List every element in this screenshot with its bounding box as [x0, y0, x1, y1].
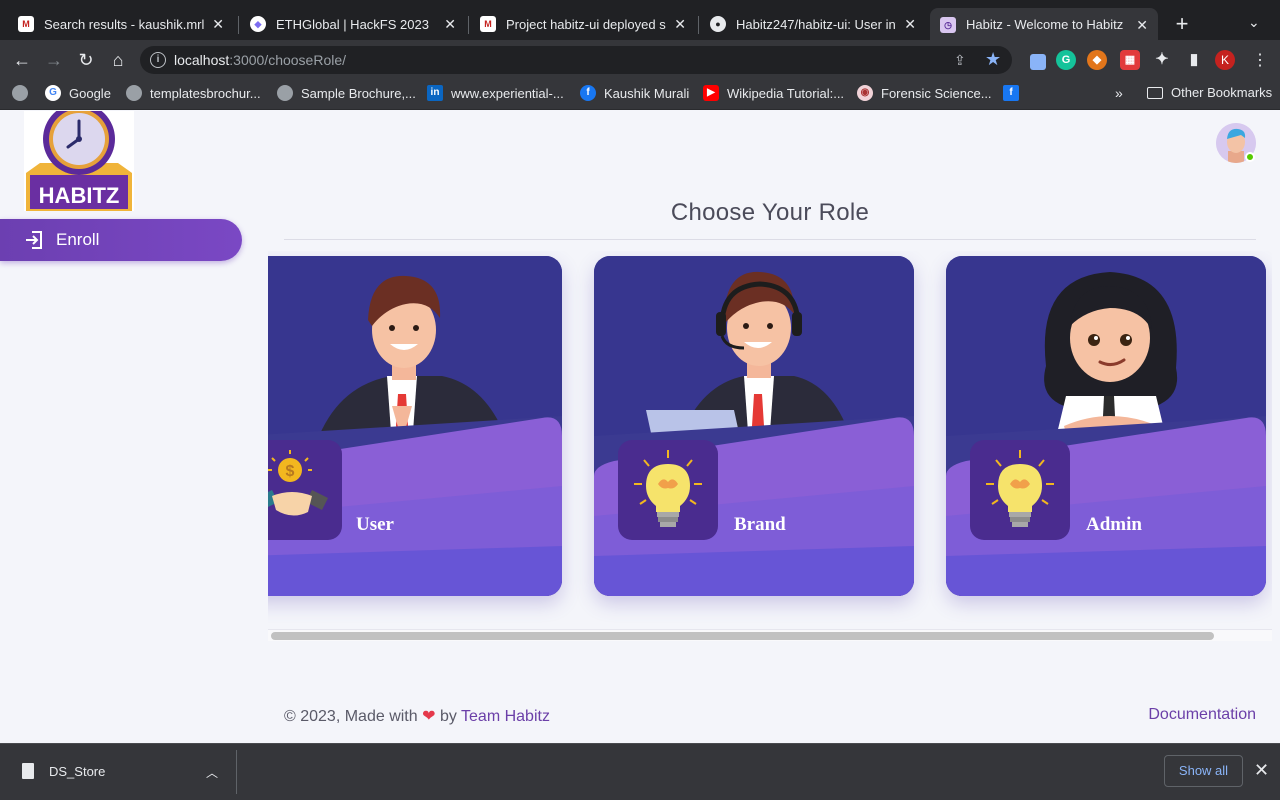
- show-all-downloads-button[interactable]: Show all: [1164, 755, 1243, 787]
- reload-button[interactable]: ↻: [74, 48, 98, 72]
- share-icon[interactable]: ⇪: [954, 52, 966, 69]
- gmail-icon: M: [18, 16, 34, 32]
- file-icon: [22, 763, 34, 779]
- extensions-puzzle-icon[interactable]: ✦: [1152, 50, 1172, 70]
- online-status-badge: [1245, 152, 1255, 162]
- url-text[interactable]: localhost:3000/chooseRole/: [174, 52, 346, 68]
- bookmark-experiential[interactable]: in www.experiential-...: [427, 85, 564, 101]
- role-label-brand: Brand: [734, 514, 786, 535]
- tab-search-chevron-icon[interactable]: ⌄: [1248, 14, 1260, 31]
- heart-icon: ❤: [422, 708, 436, 725]
- sidebar-item-enroll[interactable]: Enroll: [0, 219, 242, 261]
- new-tab-button[interactable]: +: [1170, 12, 1194, 36]
- svg-text:$: $: [286, 463, 295, 480]
- role-label-user: User: [356, 514, 394, 535]
- close-tab-icon[interactable]: ✕: [1136, 17, 1148, 34]
- ethglobal-icon: ◆: [250, 16, 266, 32]
- page-title: Choose Your Role: [670, 199, 870, 226]
- lightbulb-icon: [618, 440, 718, 540]
- bookmark-kaushik-murali[interactable]: f Kaushik Murali: [580, 85, 689, 101]
- more-bookmarks-button[interactable]: »: [1115, 85, 1123, 101]
- browser-tab-gmail-search[interactable]: M Search results - kaushik.mrl@ ✕: [8, 8, 234, 40]
- close-downloads-icon[interactable]: ✕: [1254, 760, 1269, 781]
- user-illustration: [268, 256, 562, 596]
- login-icon: [26, 231, 42, 249]
- other-bookmarks-folder[interactable]: Other Bookmarks: [1147, 85, 1272, 100]
- footer-credits: © 2023, Made with ❤ by Team Habitz: [284, 708, 550, 725]
- forward-button[interactable]: →: [42, 48, 66, 72]
- habitz-logo[interactable]: HABITZ: [24, 111, 134, 211]
- extension-red-icon[interactable]: ▦: [1120, 50, 1140, 70]
- folder-icon: [1147, 86, 1163, 99]
- google-icon: G: [45, 85, 61, 101]
- lightbulb-icon: [970, 440, 1070, 540]
- browser-menu-icon[interactable]: ⋮: [1252, 50, 1268, 70]
- profile-avatar[interactable]: K: [1215, 50, 1235, 70]
- close-tab-icon[interactable]: ✕: [444, 16, 456, 33]
- home-button[interactable]: ⌂: [106, 48, 130, 72]
- downloads-bar: [0, 743, 1280, 800]
- download-item-name[interactable]: DS_Store: [49, 764, 105, 779]
- globe-icon: [12, 85, 28, 101]
- bookmark-sample-brochure[interactable]: Sample Brochure,...: [277, 85, 416, 101]
- forensic-icon: ◉: [857, 85, 873, 101]
- documentation-link[interactable]: Documentation: [1148, 706, 1256, 724]
- metamask-icon[interactable]: ◆: [1087, 50, 1107, 70]
- role-card-brand[interactable]: Brand: [594, 256, 914, 596]
- role-card-admin[interactable]: Admin: [946, 256, 1266, 596]
- side-panel-icon[interactable]: ▮: [1184, 50, 1204, 70]
- chevron-up-icon[interactable]: ︿: [206, 764, 218, 781]
- browser-tab-github[interactable]: ● Habitz247/habitz-ui: User int ✕: [700, 8, 926, 40]
- site-info-icon[interactable]: i: [150, 52, 166, 68]
- brand-illustration: [594, 256, 914, 596]
- habitz-icon: ◷: [940, 17, 956, 33]
- svg-text:HABITZ: HABITZ: [39, 183, 120, 208]
- bookmark-star-icon[interactable]: ★: [985, 49, 1001, 70]
- bookmark-facebook[interactable]: f: [1003, 85, 1027, 101]
- page-viewport: HABITZ Enroll Choose Your Role $ User Br…: [0, 111, 1280, 743]
- bookmark-templatesbrochure[interactable]: templatesbrochur...: [126, 85, 261, 101]
- browser-tab-gmail-project[interactable]: M Project habitz-ui deployed su ✕: [470, 8, 696, 40]
- role-label-admin: Admin: [1086, 514, 1142, 535]
- globe-icon: [277, 85, 293, 101]
- role-cards-carousel[interactable]: $ User Brand Admin: [268, 251, 1272, 631]
- facebook-icon: f: [580, 85, 596, 101]
- handshake-coin-icon: $: [268, 440, 342, 540]
- globe-icon: [126, 85, 142, 101]
- back-button[interactable]: ←: [10, 48, 34, 72]
- role-card-user[interactable]: $ User: [268, 256, 562, 596]
- bookmark-wikipedia-tutorial[interactable]: ▶ Wikipedia Tutorial:...: [703, 85, 844, 101]
- extension-pencil-icon[interactable]: [1030, 54, 1046, 70]
- gmail-icon: M: [480, 16, 496, 32]
- close-tab-icon[interactable]: ✕: [212, 16, 224, 33]
- close-tab-icon[interactable]: ✕: [674, 16, 686, 33]
- tab-divider: [698, 16, 699, 34]
- title-divider: [284, 239, 1256, 240]
- linkedin-icon: in: [427, 85, 443, 101]
- youtube-icon: ▶: [703, 85, 719, 101]
- close-tab-icon[interactable]: ✕: [904, 16, 916, 33]
- browser-tab-ethglobal[interactable]: ◆ ETHGlobal | HackFS 2023 ✕: [240, 8, 466, 40]
- tab-divider: [238, 16, 239, 34]
- downloads-divider: [236, 750, 237, 794]
- admin-illustration: [946, 256, 1266, 596]
- horizontal-scrollbar-thumb[interactable]: [271, 632, 1214, 640]
- clock-logo-icon: HABITZ: [26, 111, 132, 211]
- team-habitz-link[interactable]: Team Habitz: [461, 708, 550, 725]
- tab-divider: [468, 16, 469, 34]
- github-icon: ●: [710, 16, 726, 32]
- bookmark-forensic-science[interactable]: ◉ Forensic Science...: [857, 85, 992, 101]
- facebook-icon: f: [1003, 85, 1019, 101]
- bookmark-apps[interactable]: [12, 85, 36, 101]
- bookmark-google[interactable]: G Google: [45, 85, 111, 101]
- grammarly-icon[interactable]: G: [1056, 50, 1076, 70]
